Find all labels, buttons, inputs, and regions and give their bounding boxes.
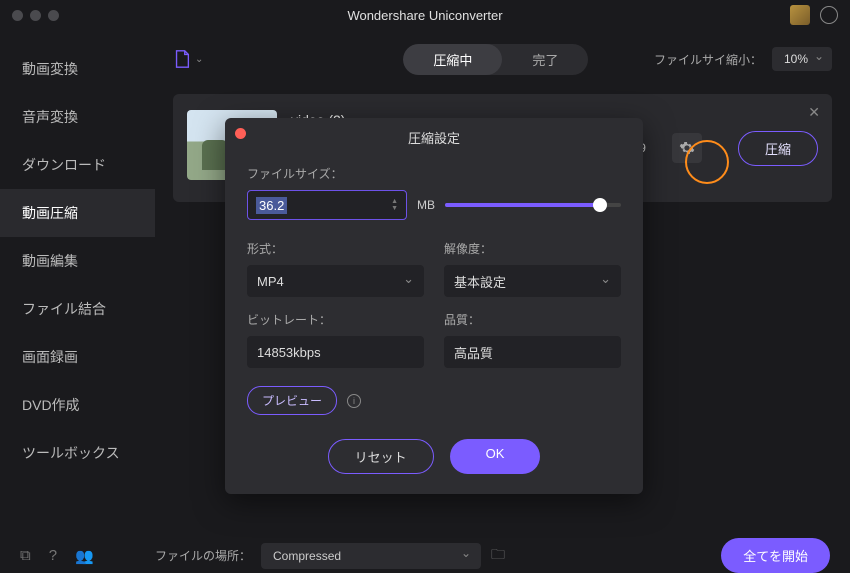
resolution-label: 解像度： — [444, 240, 621, 257]
sidebar-item-audio-convert[interactable]: 音声変換 — [0, 93, 155, 141]
compress-settings-modal: 圧縮設定 ファイルサイズ： 36.2 ▲▼ MB 形式： MP4 解像度： 基本… — [225, 118, 643, 494]
format-label: 形式： — [247, 240, 424, 257]
avatar[interactable] — [790, 5, 810, 25]
filesize-input[interactable]: 36.2 ▲▼ — [247, 190, 407, 220]
filesize-label: ファイルサイズ： — [247, 165, 621, 182]
sidebar-item-screen-record[interactable]: 画面録画 — [0, 333, 155, 381]
titlebar: Wondershare Uniconverter — [0, 0, 850, 30]
reset-button[interactable]: リセット — [328, 439, 434, 474]
tab-done[interactable]: 完了 — [502, 44, 588, 75]
help-icon[interactable]: ? — [49, 547, 57, 565]
sidebar-item-file-merge[interactable]: ファイル結合 — [0, 285, 155, 333]
modal-close-icon[interactable] — [235, 128, 246, 139]
filesize-value: 36.2 — [256, 197, 287, 214]
preview-button[interactable]: プレビュー — [247, 386, 337, 415]
shrink-label: ファイルサイ縮小： — [654, 51, 762, 68]
quality-label: 品質： — [444, 311, 621, 328]
sidebar-item-video-compress[interactable]: 動画圧縮 — [0, 189, 155, 237]
modal-title: 圧縮設定 — [408, 131, 460, 146]
feedback-icon[interactable] — [820, 6, 838, 24]
close-icon[interactable]: ✕ — [808, 104, 820, 121]
location-label: ファイルの場所： — [155, 547, 251, 564]
sidebar-item-download[interactable]: ダウンロード — [0, 141, 155, 189]
quality-field[interactable]: 高品質 — [444, 336, 621, 368]
minimize-window-icon[interactable] — [30, 10, 41, 21]
filesize-unit: MB — [417, 198, 435, 212]
window-controls — [12, 10, 59, 21]
zoom-window-icon[interactable] — [48, 10, 59, 21]
location-select[interactable]: Compressed — [261, 543, 481, 569]
sidebar: 動画変換 音声変換 ダウンロード 動画圧縮 動画編集 ファイル結合 画面録画 D… — [0, 30, 155, 538]
sidebar-item-video-convert[interactable]: 動画変換 — [0, 45, 155, 93]
gear-icon — [679, 140, 695, 156]
info-icon[interactable]: i — [347, 394, 361, 408]
footer: ⧉ ? 👥 ファイルの場所： Compressed 🗀 全てを開始 — [0, 538, 850, 573]
compress-button[interactable]: 圧縮 — [738, 131, 818, 166]
book-icon[interactable]: ⧉ — [20, 547, 31, 565]
status-tabs: 圧縮中 完了 — [403, 44, 588, 75]
users-icon[interactable]: 👥 — [75, 547, 94, 565]
format-select[interactable]: MP4 — [247, 265, 424, 297]
resolution-select[interactable]: 基本設定 — [444, 265, 621, 297]
sidebar-item-dvd-create[interactable]: DVD作成 — [0, 381, 155, 429]
bitrate-field[interactable]: 14853kbps — [247, 336, 424, 368]
toolbar: ⌄ 圧縮中 完了 ファイルサイ縮小： 10% — [173, 40, 832, 78]
bitrate-label: ビットレート： — [247, 311, 424, 328]
stepper-icon[interactable]: ▲▼ — [391, 199, 398, 212]
settings-button[interactable] — [672, 133, 702, 163]
app-title: Wondershare Uniconverter — [347, 8, 502, 23]
filesize-slider[interactable] — [445, 203, 621, 207]
sidebar-item-video-edit[interactable]: 動画編集 — [0, 237, 155, 285]
folder-icon[interactable]: 🗀 — [491, 544, 505, 568]
ok-button[interactable]: OK — [450, 439, 541, 474]
add-file-button[interactable]: ⌄ — [173, 49, 203, 69]
sidebar-item-toolbox[interactable]: ツールボックス — [0, 429, 155, 477]
tab-compressing[interactable]: 圧縮中 — [403, 44, 502, 75]
shrink-select[interactable]: 10% — [772, 47, 832, 71]
start-all-button[interactable]: 全てを開始 — [721, 538, 830, 573]
chevron-down-icon: ⌄ — [195, 54, 203, 65]
close-window-icon[interactable] — [12, 10, 23, 21]
